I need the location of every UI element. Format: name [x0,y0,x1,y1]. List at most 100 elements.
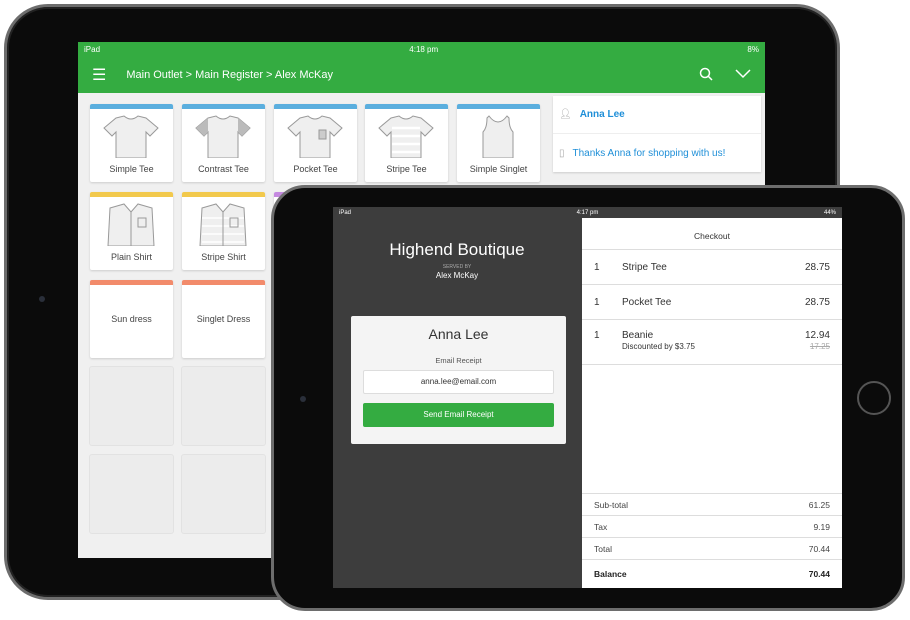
category-color-bar [274,104,357,109]
line-item[interactable]: 1 Stripe Tee 28.75 [582,250,842,285]
item-price: 12.94 [804,330,830,341]
total-label: Tax [594,521,608,532]
shirt-icon [107,203,155,246]
total-row: Balance 70.44 [582,559,842,588]
product-tile[interactable]: Simple Singlet [457,104,540,182]
line-items: 1 Stripe Tee 28.75 1 Pocket Tee 28.75 1 Beanie D… [582,250,842,365]
product-tile[interactable]: Sun dress [90,280,173,358]
total-value: 9.19 [813,521,830,532]
home-button[interactable] [857,381,891,415]
served-by-label: SERVED BY [442,264,472,270]
checkout-title: Checkout [582,218,842,250]
item-price-group: 12.94 17.25 [805,330,830,364]
chevron-down-icon[interactable] [735,68,751,82]
category-color-bar [182,280,265,285]
store-panel: Highend Boutique SERVED BY Alex McKay An… [333,218,581,588]
category-color-bar [365,104,448,109]
product-label: Stripe Shirt [201,252,246,262]
status-bar: iPad 4:18 pm 8% [78,42,765,57]
item-qty: 1 [594,330,600,341]
product-tile[interactable]: Stripe Tee [365,104,448,182]
item-name: Beanie [622,330,654,341]
empty-tile[interactable] [90,455,173,533]
battery: 8% [747,45,759,54]
item-name-group: Pocket Tee [622,297,805,319]
total-label: Total [594,543,612,554]
category-color-bar [457,104,540,109]
total-row: Tax 9.19 [582,515,842,537]
tshirt-contrast-icon [195,115,251,158]
menu-icon[interactable]: ☰ [92,65,106,85]
total-value: 70.44 [808,543,830,554]
item-name: Pocket Tee [622,297,672,308]
item-name-group: Stripe Tee [622,262,805,284]
product-tile[interactable]: Stripe Shirt [182,192,265,270]
empty-tile[interactable] [182,367,265,445]
totals: Sub-total 61.25 Tax 9.19 Total 70.44 Balance 70… [582,493,842,588]
product-label: Simple Tee [109,164,154,174]
total-value: 61.25 [808,499,830,510]
send-email-receipt-button[interactable]: Send Email Receipt [363,403,554,427]
shirt-stripe-icon [199,203,247,246]
product-tile[interactable]: Singlet Dress [182,280,265,358]
search-icon[interactable] [699,67,713,84]
line-item[interactable]: 1 Pocket Tee 28.75 [582,285,842,320]
total-label: Sub-total [594,499,629,510]
email-label: Email Receipt [435,356,482,365]
item-name-group: Beanie Discounted by $3.75 [622,330,805,364]
status-bar: iPad 4:17 pm 44% [333,207,842,218]
item-name: Stripe Tee [622,262,667,273]
item-qty: 1 [594,262,600,273]
product-label: Plain Shirt [110,252,153,262]
note-row[interactable]: ▯ Thanks Anna for shopping with us! [553,134,761,172]
category-color-bar [182,192,265,197]
customer-display-screen: iPad 4:17 pm 44% Highend Boutique SERVED… [333,207,842,588]
total-label: Balance [594,569,627,579]
product-tile[interactable]: Contrast Tee [182,104,265,182]
note-icon: ▯ [559,147,565,159]
staff-name: Alex McKay [435,271,479,280]
store-name: Highend Boutique [389,240,525,259]
tshirt-icon [103,115,159,158]
product-tile[interactable]: Pocket Tee [274,104,357,182]
total-row: Sub-total 61.25 [582,493,842,515]
category-color-bar [182,104,265,109]
category-color-bar [90,192,173,197]
item-price: 28.75 [804,297,830,308]
total-value: 70.44 [808,569,830,579]
tshirt-stripe-icon [378,115,434,158]
time: 4:17 pm [576,209,599,216]
item-price: 28.75 [804,262,830,273]
product-label: Stripe Tee [386,164,427,174]
category-color-bar [90,104,173,109]
tshirt-pocket-icon [287,115,343,158]
item-qty: 1 [594,297,600,308]
checkout-panel: Checkout 1 Stripe Tee 28.75 1 Pocket Tee 28.7… [582,218,842,588]
email-input[interactable]: anna.lee@email.com [363,370,554,394]
item-discount: Discounted by $3.75 [622,342,695,351]
carrier: iPad [84,45,101,54]
empty-tile[interactable] [182,455,265,533]
carrier: iPad [339,209,352,216]
customer-row[interactable]: 👤︎ Anna Lee [553,96,761,134]
camera-icon [39,296,45,302]
time: 4:18 pm [409,45,439,54]
product-label: Contrast Tee [198,164,249,174]
item-original-price: 17.25 [809,342,830,351]
product-label: Pocket Tee [293,164,338,174]
customer-name: Anna Lee [579,109,625,120]
singlet-icon [482,115,514,158]
empty-tile[interactable] [90,367,173,445]
total-row: Total 70.44 [582,537,842,559]
product-tile[interactable]: Simple Tee [90,104,173,182]
line-item[interactable]: 1 Beanie Discounted by $3.75 12.94 17.25 [582,320,842,365]
note-text: Thanks Anna for shopping with us! [572,147,726,159]
breadcrumb[interactable]: Main Outlet > Main Register > Alex McKay [126,69,699,81]
customer-name: Anna Lee [428,326,489,342]
product-label: Singlet Dress [196,314,251,324]
product-label: Simple Singlet [469,164,528,174]
receipt-card: Anna Lee Email Receipt anna.lee@email.co… [351,316,566,444]
user-icon: 👤︎ [559,109,572,120]
product-tile[interactable]: Plain Shirt [90,192,173,270]
category-color-bar [90,280,173,285]
